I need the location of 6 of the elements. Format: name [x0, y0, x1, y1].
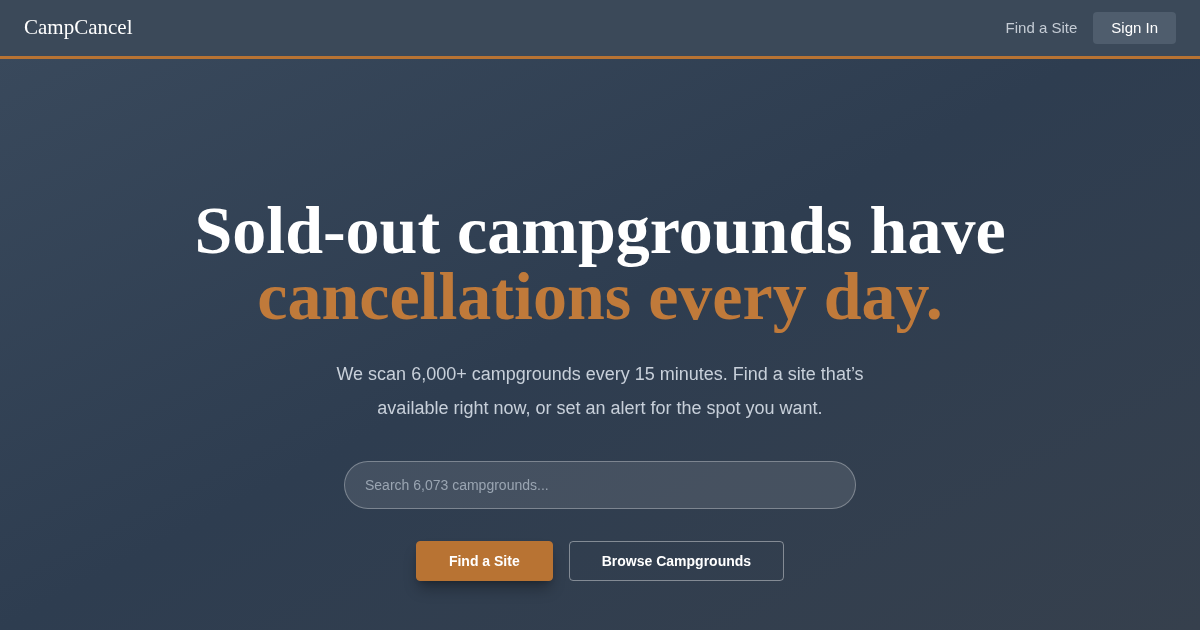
browse-button[interactable]: Browse Campgrounds — [568, 541, 785, 581]
subtitle: We scan 6,000+ campgrounds every 15 minutes. Find a site that’s available right now, or set an alert for the spot you want. — [335, 363, 865, 420]
logo[interactable]: CampCancel — [24, 12, 133, 44]
nav-link[interactable]: Find a Site — [1005, 16, 1078, 40]
find-site-button[interactable]: Find a Site — [415, 541, 553, 581]
sign-in-button[interactable]: Sign In — [1093, 12, 1176, 44]
